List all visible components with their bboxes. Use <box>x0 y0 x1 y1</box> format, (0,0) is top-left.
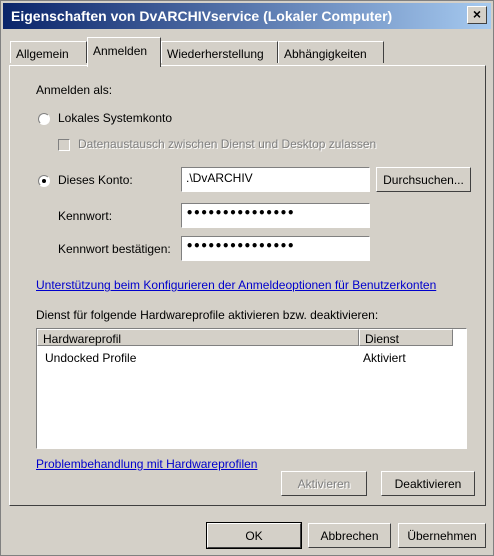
tab-anmelden[interactable]: Anmelden <box>87 37 161 67</box>
column-header-profile[interactable]: Hardwareprofil <box>37 329 359 346</box>
tab-abhaengigkeiten[interactable]: Abhängigkeiten <box>278 41 384 63</box>
tab-allgemein[interactable]: Allgemein <box>10 41 87 63</box>
hardware-profiles-list[interactable]: Hardwareprofil Dienst Undocked Profile A… <box>36 328 467 449</box>
table-row-service[interactable]: Aktiviert <box>363 351 406 365</box>
account-input[interactable]: .\DvARCHIV <box>181 167 370 192</box>
profiles-heading: Dienst für folgende Hardwareprofile akti… <box>36 308 379 322</box>
deactivate-button[interactable]: Deaktivieren <box>381 471 475 496</box>
table-row-profile[interactable]: Undocked Profile <box>45 351 136 365</box>
logon-heading: Anmelden als: <box>36 83 113 97</box>
this-account-label: Dieses Konto: <box>58 173 133 187</box>
local-system-radio[interactable] <box>38 113 50 125</box>
password-input[interactable]: ••••••••••••••• <box>181 203 370 228</box>
window-title: Eigenschaften von DvARCHIVservice (Lokal… <box>11 8 393 24</box>
ok-button[interactable]: OK <box>206 522 302 549</box>
confirm-password-input[interactable]: ••••••••••••••• <box>181 236 370 261</box>
column-header-service[interactable]: Dienst <box>359 329 453 346</box>
confirm-password-label: Kennwort bestätigen: <box>58 242 171 256</box>
close-icon[interactable]: × <box>467 6 487 24</box>
desktop-interaction-checkbox[interactable] <box>58 139 70 151</box>
cancel-button[interactable]: Abbrechen <box>308 523 391 548</box>
tab-panel-anmelden: Anmelden als: Lokales Systemkonto Datena… <box>9 65 486 506</box>
password-label: Kennwort: <box>58 209 113 223</box>
activate-button[interactable]: Aktivieren <box>281 471 367 496</box>
tab-wiederherstellung[interactable]: Wiederherstellung <box>161 41 278 63</box>
this-account-radio[interactable] <box>38 175 50 187</box>
apply-button[interactable]: Übernehmen <box>398 523 486 548</box>
desktop-interaction-label: Datenaustausch zwischen Dienst und Deskt… <box>78 137 377 151</box>
properties-dialog: Eigenschaften von DvARCHIVservice (Lokal… <box>0 0 494 556</box>
radio-selected-dot <box>42 179 46 183</box>
troubleshoot-link[interactable]: Problembehandlung mit Hardwareprofilen <box>36 457 257 471</box>
local-system-label: Lokales Systemkonto <box>58 111 173 125</box>
browse-button[interactable]: Durchsuchen... <box>376 167 471 192</box>
logon-help-link[interactable]: Unterstützung beim Konfigurieren der Anm… <box>36 278 436 292</box>
title-bar: Eigenschaften von DvARCHIVservice (Lokal… <box>3 3 491 29</box>
